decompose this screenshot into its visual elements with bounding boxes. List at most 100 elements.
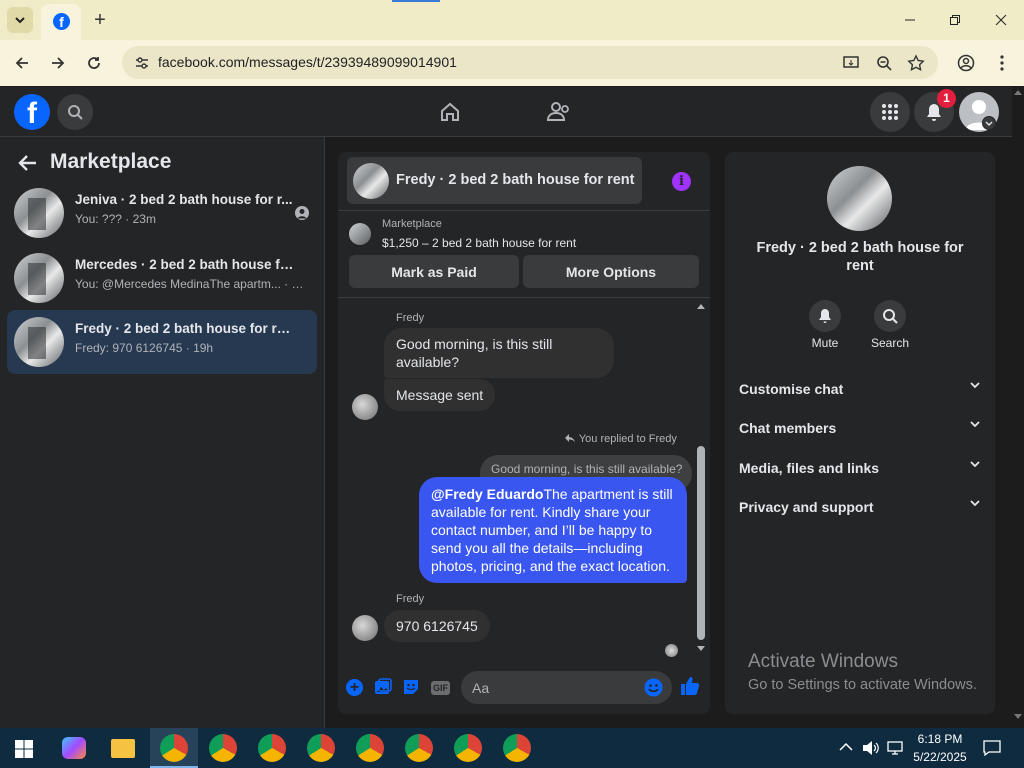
like-thumbs-up-icon[interactable]	[680, 676, 700, 696]
section-label: Customise chat	[739, 381, 844, 397]
search-in-chat-button[interactable]	[874, 300, 906, 332]
windows-start-icon[interactable]	[15, 740, 33, 758]
minimize-icon	[905, 19, 915, 21]
section-chat-members[interactable]: Chat members	[739, 420, 981, 436]
divider	[338, 210, 710, 211]
conversation-item-active[interactable]: Fredy · 2 bed 2 bath house for rent Fred…	[7, 310, 317, 374]
sender-name: Fredy	[396, 312, 425, 324]
browser-tab-bar: f +	[0, 0, 1024, 40]
mention[interactable]: @Fredy Eduardo	[431, 486, 543, 502]
emoji-icon[interactable]	[644, 678, 663, 697]
friends-icon[interactable]	[546, 100, 572, 124]
photo-icon[interactable]	[374, 678, 392, 696]
divider	[338, 297, 710, 298]
close-window-button[interactable]	[989, 8, 1013, 32]
sticker-icon[interactable]	[402, 678, 420, 696]
close-icon	[995, 14, 1007, 26]
page-scrollbar[interactable]	[1012, 87, 1024, 728]
reply-icon	[565, 434, 575, 443]
gif-button[interactable]: GIF	[431, 681, 450, 695]
volume-icon[interactable]	[862, 740, 880, 756]
chrome-icon[interactable]	[454, 734, 482, 762]
listing-photo	[827, 166, 892, 231]
sent-message-bubble[interactable]: @Fredy EduardoThe apartment is still ava…	[419, 477, 687, 583]
contact-avatar	[352, 615, 378, 641]
back-arrow-icon[interactable]	[18, 153, 38, 173]
grid-menu-icon	[882, 104, 898, 120]
file-explorer-icon[interactable]	[111, 739, 135, 758]
chrome-icon[interactable]	[307, 734, 335, 762]
sender-name: Fredy	[396, 593, 425, 605]
info-button[interactable]: i	[672, 172, 691, 191]
address-bar[interactable]: facebook.com/messages/t/2393948909901490…	[122, 46, 938, 79]
chat-header[interactable]: Fredy · 2 bed 2 bath house for rent	[347, 157, 642, 204]
url-text: facebook.com/messages/t/2393948909901490…	[158, 54, 457, 70]
activation-watermark-title: Activate Windows	[748, 651, 898, 672]
network-icon[interactable]	[887, 740, 905, 756]
notification-center-icon[interactable]	[983, 739, 1001, 757]
notification-badge: 1	[937, 89, 956, 108]
conversation-item[interactable]: Mercedes · 2 bed 2 bath house for... You…	[7, 246, 317, 310]
listing-price[interactable]: $1,250 – 2 bed 2 bath house for rent	[382, 236, 576, 250]
bookmark-star-icon[interactable]	[907, 54, 925, 72]
search-icon	[68, 105, 83, 120]
conversation-item[interactable]: Jeniva · 2 bed 2 bath house for r... You…	[7, 181, 317, 245]
add-attachment-button[interactable]: +	[346, 679, 363, 696]
seen-avatar	[295, 206, 309, 220]
chat-scrollbar[interactable]	[694, 300, 708, 656]
tab-search-button[interactable]	[7, 7, 33, 33]
tray-overflow-chevron-icon[interactable]	[839, 742, 853, 752]
new-tab-button[interactable]: +	[88, 8, 112, 32]
mute-button[interactable]	[809, 300, 841, 332]
message-bubble[interactable]: 970 6126745	[384, 610, 490, 642]
message-bubble[interactable]: Message sent	[384, 379, 496, 411]
home-icon[interactable]	[438, 100, 462, 124]
conversation-title: Mercedes · 2 bed 2 bath house for...	[75, 257, 295, 272]
account-chevron[interactable]	[982, 116, 996, 130]
section-customise-chat[interactable]: Customise chat	[739, 381, 981, 397]
back-button[interactable]	[10, 51, 34, 75]
reload-icon	[88, 57, 100, 69]
chat-thumbnail	[353, 163, 389, 199]
message-bubble[interactable]: Good morning, is this still available?	[384, 328, 614, 378]
conversation-title: Jeniva · 2 bed 2 bath house for r...	[75, 192, 293, 207]
mark-as-paid-button[interactable]: Mark as Paid	[349, 255, 519, 288]
mute-label: Mute	[811, 336, 839, 350]
scroll-thumb[interactable]	[697, 446, 705, 640]
forward-button[interactable]	[46, 51, 70, 75]
chrome-icon[interactable]	[209, 734, 237, 762]
install-app-icon[interactable]	[842, 54, 860, 72]
contact-avatar	[352, 394, 378, 420]
facebook-logo-icon[interactable]: f	[14, 94, 50, 130]
chevron-down-icon	[970, 461, 980, 468]
active-tab[interactable]: f	[41, 4, 81, 40]
chrome-icon[interactable]	[160, 734, 188, 762]
profile-button[interactable]	[954, 51, 978, 75]
more-options-button[interactable]: More Options	[523, 255, 699, 288]
message-input[interactable]: Aa	[461, 671, 672, 704]
browser-menu-button[interactable]	[990, 51, 1014, 75]
chrome-icon[interactable]	[503, 734, 531, 762]
chrome-icon[interactable]	[258, 734, 286, 762]
reply-label: You replied to Fredy	[564, 433, 677, 445]
section-label: Privacy and support	[739, 499, 874, 515]
menu-button[interactable]	[870, 92, 910, 132]
chrome-icon[interactable]	[405, 734, 433, 762]
reload-button[interactable]	[82, 51, 106, 75]
plus-icon: +	[349, 679, 360, 696]
message-placeholder: Aa	[472, 680, 490, 696]
zoom-icon[interactable]	[875, 54, 893, 72]
kebab-menu-icon	[1000, 55, 1004, 71]
panel-title: Marketplace	[50, 150, 172, 173]
section-media-files-links[interactable]: Media, files and links	[739, 460, 981, 476]
copilot-icon[interactable]	[62, 737, 86, 759]
clock-time[interactable]: 6:18 PM	[912, 732, 968, 746]
restore-button[interactable]	[943, 8, 967, 32]
section-privacy-support[interactable]: Privacy and support	[739, 499, 981, 515]
minimize-button[interactable]	[898, 8, 922, 32]
site-info-icon	[136, 57, 148, 69]
bell-icon	[819, 309, 831, 323]
search-button[interactable]	[57, 94, 93, 130]
clock-date[interactable]: 5/22/2025	[907, 750, 973, 764]
chrome-icon[interactable]	[356, 734, 384, 762]
